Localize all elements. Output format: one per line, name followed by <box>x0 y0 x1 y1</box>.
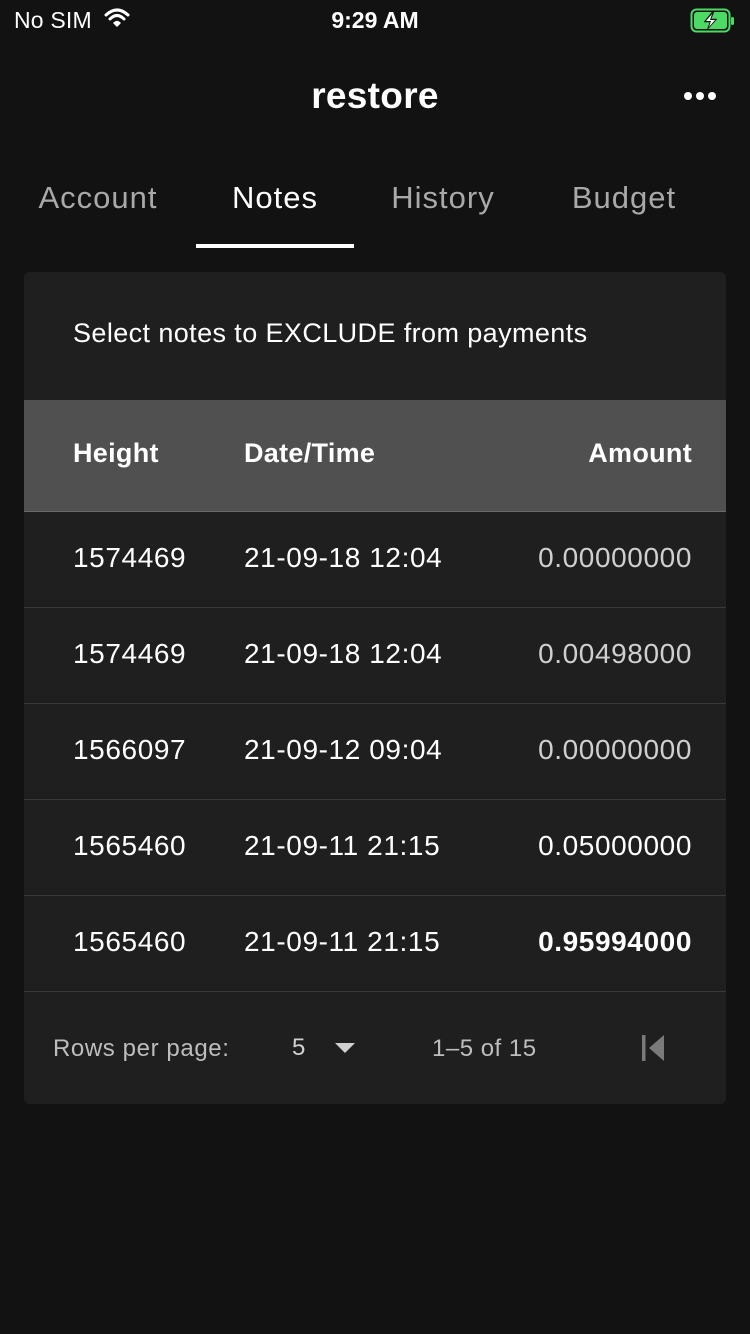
cell-amount: 0.00498000 <box>538 638 692 669</box>
tab-bar: Account Notes History Budget <box>0 164 750 250</box>
first-page-icon <box>642 1035 664 1061</box>
rows-per-page-value: 5 <box>292 1034 306 1061</box>
more-options-button[interactable] <box>680 80 720 112</box>
table-row[interactable]: 1566097 21-09-12 09:04 0.00000000 <box>24 704 726 800</box>
cell-datetime: 21-09-12 09:04 <box>244 734 443 765</box>
status-time: 9:29 AM <box>331 7 419 33</box>
table-pagination: Rows per page: 5 1–5 of 15 <box>24 991 726 1104</box>
column-header-datetime[interactable]: Date/Time <box>244 438 375 469</box>
tab-account[interactable]: Account <box>20 164 176 248</box>
cell-datetime: 21-09-18 12:04 <box>244 638 443 669</box>
cell-height: 1566097 <box>73 734 187 765</box>
tab-label: Account <box>38 180 158 215</box>
tab-label: Budget <box>571 180 677 215</box>
page-title: restore <box>311 75 439 116</box>
tab-label: History <box>391 180 495 215</box>
table-row[interactable]: 1574469 21-09-18 12:04 0.00000000 <box>24 512 726 608</box>
cell-height: 1565460 <box>73 926 187 957</box>
cell-height: 1574469 <box>73 542 187 573</box>
column-header-amount[interactable]: Amount <box>588 438 692 469</box>
cell-amount: 0.00000000 <box>538 734 692 765</box>
cell-height: 1565460 <box>73 830 187 861</box>
battery-charging-icon <box>690 8 736 39</box>
table-row[interactable]: 1565460 21-09-11 21:15 0.05000000 <box>24 800 726 896</box>
rows-per-page-select[interactable]: 5 <box>292 1031 356 1065</box>
tab-history[interactable]: History <box>372 164 514 248</box>
active-tab-indicator <box>196 244 354 248</box>
more-horizontal-icon <box>684 92 716 100</box>
cell-datetime: 21-09-18 12:04 <box>244 542 443 573</box>
tab-notes[interactable]: Notes <box>196 164 354 248</box>
tab-label: Notes <box>232 180 318 215</box>
first-page-button[interactable] <box>638 1031 672 1065</box>
tab-budget[interactable]: Budget <box>548 164 700 248</box>
pagination-range: 1–5 of 15 <box>432 1035 537 1062</box>
cell-amount: 0.95994000 <box>538 926 692 957</box>
cell-datetime: 21-09-11 21:15 <box>244 830 441 861</box>
card-heading: Select notes to EXCLUDE from payments <box>73 318 588 348</box>
table-header: Height Date/Time Amount <box>24 400 726 512</box>
status-bar: No SIM 9:29 AM <box>0 0 750 42</box>
cell-amount: 0.05000000 <box>538 830 692 861</box>
cell-datetime: 21-09-11 21:15 <box>244 926 441 957</box>
column-header-height[interactable]: Height <box>73 438 159 469</box>
cell-amount: 0.00000000 <box>538 542 692 573</box>
table-row[interactable]: 1565460 21-09-11 21:15 0.95994000 <box>24 896 726 992</box>
app-bar: restore <box>0 60 750 134</box>
table-row[interactable]: 1574469 21-09-18 12:04 0.00498000 <box>24 608 726 704</box>
notes-card: Select notes to EXCLUDE from payments He… <box>24 272 726 1104</box>
cell-height: 1574469 <box>73 638 187 669</box>
caret-down-icon <box>334 1043 355 1053</box>
rows-per-page-label: Rows per page: <box>53 1035 230 1062</box>
